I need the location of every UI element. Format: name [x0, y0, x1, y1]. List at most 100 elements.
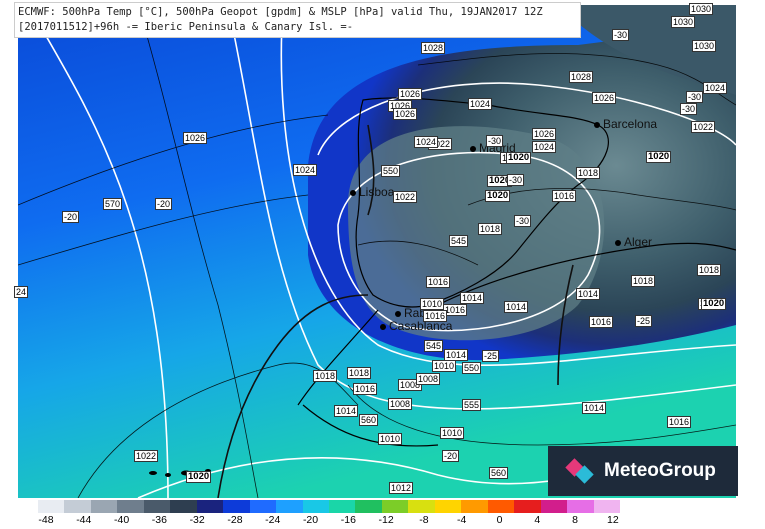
map-label: 1010 [440, 427, 465, 439]
meteogroup-logo-icon [565, 458, 594, 484]
map-label: 1022 [393, 191, 418, 203]
scale-swatch [302, 500, 329, 513]
map-label: 1018 [347, 367, 372, 379]
map-label: 1026 [592, 92, 617, 104]
scale-swatch [38, 500, 65, 513]
scale-swatch [540, 500, 568, 513]
scale-swatch [143, 500, 171, 513]
map-label: -30 [680, 103, 698, 115]
map-label: 1010 [432, 360, 457, 372]
map-label: 1014 [582, 402, 607, 414]
city-lisboa: Lisboa [349, 185, 395, 199]
scale-tick-label: 4 [534, 514, 541, 526]
scale-swatch [381, 500, 409, 513]
map-label: 1010 [420, 298, 445, 310]
map-label: -30 [686, 91, 704, 103]
map-label: -25 [482, 350, 500, 362]
scale-swatch [567, 500, 594, 513]
map-label: 1024 [414, 136, 439, 148]
map-label: 560 [359, 414, 379, 426]
map-label: -30 [514, 215, 532, 227]
map-label: 1016 [423, 310, 448, 322]
map-label: 1026 [398, 88, 423, 100]
map-label: 1028 [421, 42, 446, 54]
scale-tick-label: -12 [378, 514, 394, 526]
map-label: 1014 [334, 405, 359, 417]
map-label: 555 [462, 399, 482, 411]
map-label: 545 [424, 340, 444, 352]
map-label: 1012 [389, 482, 414, 494]
map-label: 545 [449, 235, 469, 247]
scale-tick-label: -48 [38, 514, 54, 526]
map-label: 1026 [532, 128, 557, 140]
map-label: 1020 [186, 471, 212, 483]
map-label: 1018 [576, 167, 601, 179]
scale-swatch [487, 500, 515, 513]
map-label: 1016 [589, 316, 614, 328]
scale-swatch [461, 500, 488, 513]
map-label: 24 [14, 286, 29, 298]
scale-swatch [117, 500, 144, 513]
scale-swatch [355, 500, 382, 513]
map-label: 1014 [460, 292, 485, 304]
map-label: 1020 [506, 152, 532, 164]
map-label: 1024 [468, 98, 493, 110]
scale-tick-label: 8 [572, 514, 578, 526]
scale-tick-label: -24 [265, 514, 281, 526]
map-label: -30 [486, 135, 504, 147]
scale-tick-label: -8 [419, 514, 429, 526]
scale-tick-label: 12 [607, 514, 619, 526]
map-label: -30 [612, 29, 630, 41]
map-label: 1008 [416, 373, 441, 385]
city-alger: Alger [614, 235, 653, 249]
map-label: -20 [155, 198, 173, 210]
scale-tick-label: -4 [457, 514, 467, 526]
city-barcelona: Barcelona [593, 117, 658, 131]
map-label: 1016 [426, 276, 451, 288]
scale-swatch [593, 500, 620, 513]
scale-tick-label: -36 [151, 514, 167, 526]
scale-tick-label: -32 [189, 514, 205, 526]
map-label: 1018 [478, 223, 503, 235]
scale-swatch [64, 500, 91, 513]
scale-swatch [514, 500, 541, 513]
map-label: 1024 [532, 141, 557, 153]
map-label: 560 [489, 467, 509, 479]
scale-swatch [249, 500, 277, 513]
map-label: 1014 [576, 288, 601, 300]
map-header: ECMWF: 500hPa Temp [°C], 500hPa Geopot [… [14, 2, 581, 38]
map-label: 1030 [692, 40, 717, 52]
scale-tick-label: -20 [302, 514, 319, 526]
map-label: 1024 [703, 82, 728, 94]
map-label: 1008 [388, 398, 413, 410]
scale-tick-label: -44 [76, 514, 92, 526]
map-label: 550 [462, 362, 482, 374]
scale-swatch [276, 500, 303, 513]
map-label: 1016 [552, 190, 577, 202]
scale-swatch [90, 500, 118, 513]
scale-tick-label: -40 [113, 514, 130, 526]
header-title: ECMWF: 500hPa Temp [°C], 500hPa Geopot [… [18, 6, 543, 18]
map-label: -20 [62, 211, 80, 223]
map-label: 1016 [353, 383, 378, 395]
cold-core-region [348, 126, 605, 341]
map-label: 1016 [667, 416, 692, 428]
map-label: 1018 [697, 264, 722, 276]
map-label: 1018 [313, 370, 338, 382]
scale-tick-label: -16 [340, 514, 356, 526]
color-scale-ticks: -48 -44 -40 -36 -32 -28 -24 -20 -16 -12 -8 -4 0 4 8 12 [38, 514, 620, 528]
map-label: 1018 [631, 275, 656, 287]
map-label: -25 [635, 315, 653, 327]
map-label: 1028 [569, 71, 594, 83]
map-label: 1014 [504, 301, 529, 313]
header-subtitle: [2017011512]+96h -= Iberic Peninsula & C… [18, 21, 354, 33]
map-label: 1022 [691, 121, 716, 133]
map-label: 1026 [183, 132, 208, 144]
map-label: 1024 [293, 164, 318, 176]
map-label: -30 [507, 174, 525, 186]
scale-swatch [170, 500, 197, 513]
scale-tick-label: 0 [496, 514, 503, 526]
map-label: 1020 [701, 298, 727, 310]
scale-swatch [223, 500, 250, 513]
scale-swatch [408, 500, 435, 513]
